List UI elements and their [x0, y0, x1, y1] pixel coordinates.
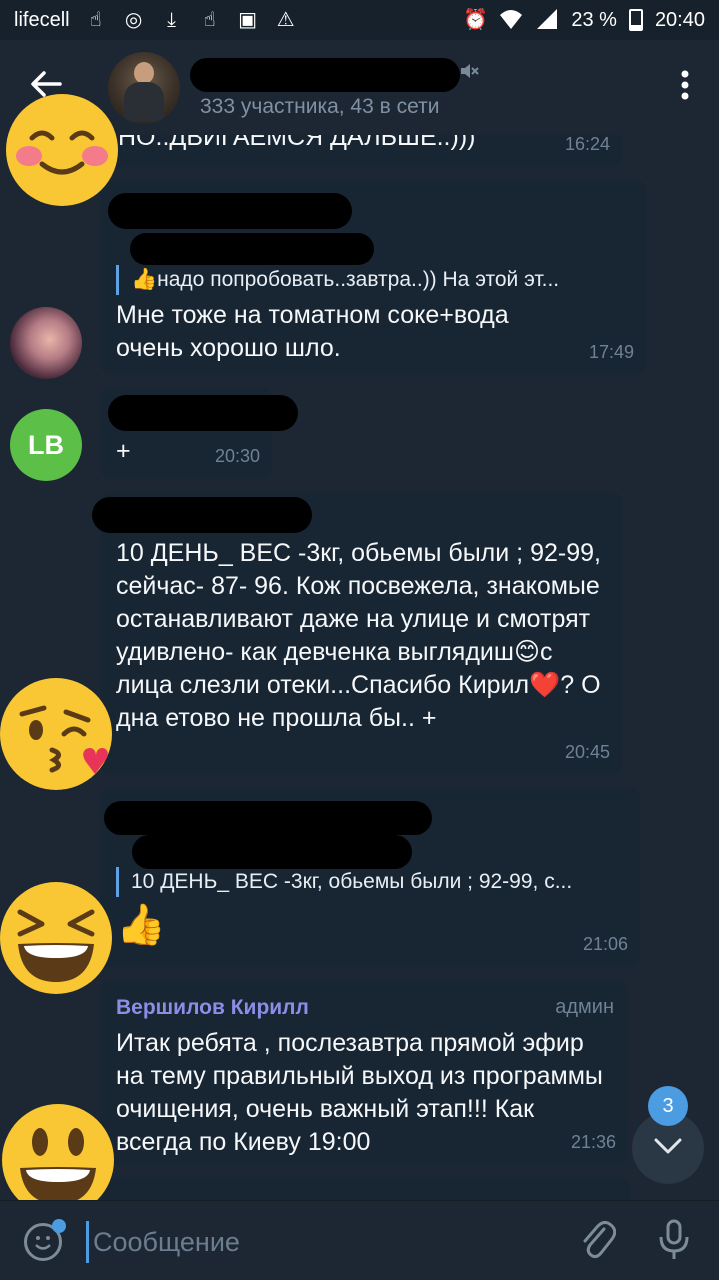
mute-icon	[458, 60, 480, 88]
battery-icon	[628, 9, 643, 31]
sender-name[interactable]: Вершилов Кирилл	[116, 991, 309, 1024]
message-time: 20:45	[564, 742, 610, 762]
message-bubble[interactable]	[100, 1177, 630, 1200]
microphone-icon	[656, 1219, 692, 1265]
redacted-sender	[108, 193, 352, 229]
more-vert-icon	[681, 70, 689, 107]
touch-icon: ☝	[89, 9, 102, 31]
admin-badge: админ	[555, 996, 614, 1018]
member-count: 333 участника, 43 в сети	[200, 95, 440, 118]
group-avatar[interactable]	[108, 52, 180, 124]
redacted-reply-author	[130, 233, 374, 265]
message-text: 10 ДЕНЬ_ ВЕС -3кг, обьемы были ; 92-99, …	[116, 539, 601, 732]
unread-count-badge: 3	[648, 1086, 688, 1126]
message-text: 👍	[116, 903, 166, 947]
kissing-wink-emoji-icon	[0, 678, 112, 790]
alarm-icon: ⏰	[463, 9, 489, 31]
redacted-reply-author	[132, 835, 412, 869]
sender-avatar[interactable]	[10, 307, 82, 379]
message-text: Итак ребята , послезавтра прямой эфир на…	[116, 1029, 603, 1156]
message-bubble[interactable]: + 20:30	[100, 387, 298, 479]
clock: 20:40	[654, 8, 705, 31]
paperclip-icon	[580, 1220, 617, 1266]
message-list[interactable]: НО..ДВИГАЕМСЯ ДАЛЬШЕ..))) 16:24 👍надо по…	[0, 135, 719, 1200]
message-bubble[interactable]: Вершилов Кирилл админ Итак ребята , посл…	[100, 979, 628, 1165]
message-composer	[0, 1200, 719, 1280]
message-time: 20:30	[214, 446, 260, 466]
reply-text: 👍надо попробовать..завтра..)) На этой эт…	[131, 268, 560, 291]
carrier-label: lifecell	[14, 8, 70, 31]
message-time: 16:24	[564, 135, 610, 154]
message-text: Мне тоже на томатном соке+вода очень хор…	[116, 301, 509, 362]
message-bubble[interactable]: НО..ДВИГАЕМСЯ ДАЛЬШЕ..))) 16:24	[104, 135, 622, 167]
redacted-sender	[108, 395, 298, 431]
reply-preview[interactable]: 👍надо попробовать..завтра..)) На этой эт…	[116, 265, 628, 295]
message-time: 21:06	[582, 934, 628, 954]
more-menu-button[interactable]	[675, 70, 695, 100]
reply-text: 10 ДЕНЬ_ ВЕС -3кг, обьемы были ; 92-99, …	[131, 870, 573, 893]
message-bubble[interactable]: 10 ДЕНЬ_ ВЕС -3кг, обьемы были ; 92-99, …	[100, 787, 640, 967]
redacted-group-title[interactable]	[190, 58, 460, 92]
wifi-icon	[499, 8, 523, 32]
smiling-blush-emoji-icon	[6, 94, 118, 206]
sender-avatar[interactable]: LB	[10, 409, 82, 481]
grinning-squint-emoji-icon	[0, 882, 112, 994]
message-text: НО..ДВИГАЕМСЯ ДАЛЬШЕ..)))	[118, 135, 476, 151]
touch-icon: ☝	[203, 9, 216, 31]
redacted-sender	[92, 497, 312, 533]
microphone-button[interactable]	[656, 1219, 696, 1263]
image-icon: ▣	[238, 9, 258, 31]
message-time: 21:36	[570, 1132, 616, 1152]
message-time: 17:49	[588, 342, 634, 362]
redacted-sender	[104, 801, 432, 835]
warning-icon: ⚠	[276, 9, 295, 31]
emoji-notification-dot	[52, 1219, 66, 1233]
instagram-icon: ◎	[124, 9, 143, 31]
message-bubble[interactable]: 👍надо попробовать..завтра..)) На этой эт…	[100, 179, 646, 375]
signal-icon	[535, 8, 559, 32]
avatar-initials: LB	[28, 429, 64, 460]
chevron-down-icon	[653, 1137, 683, 1160]
battery-percent: 23 %	[571, 8, 617, 31]
download-icon: ⤓	[167, 9, 176, 31]
message-bubble[interactable]: 10 ДЕНЬ_ ВЕС -3кг, обьемы были ; 92-99, …	[92, 491, 622, 775]
message-input[interactable]	[86, 1221, 546, 1263]
status-bar: lifecell ☝ ◎ ⤓ ☝ ▣ ⚠ ⏰ 23 % 20:40	[0, 0, 719, 40]
reply-preview[interactable]: 10 ДЕНЬ_ ВЕС -3кг, обьемы были ; 92-99, …	[116, 867, 626, 897]
message-text: +	[116, 437, 131, 465]
attach-button[interactable]	[578, 1219, 618, 1263]
